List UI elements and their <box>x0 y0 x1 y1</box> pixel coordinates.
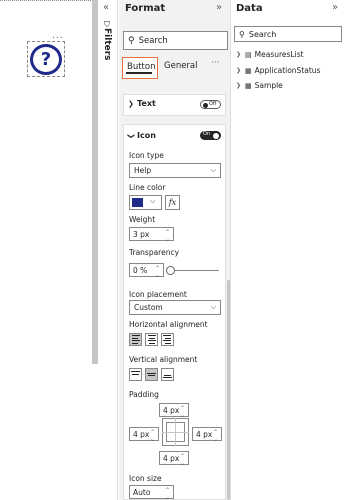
table-icon: ▦ <box>245 81 252 90</box>
line-color-label: Line color <box>129 183 166 192</box>
filters-label[interactable]: Filters <box>102 28 112 61</box>
table-icon: ▦ <box>245 66 252 75</box>
padding-label: Padding <box>129 390 159 399</box>
filters-pane-collapsed[interactable] <box>99 0 118 500</box>
stepper-icon[interactable]: ⌃ ⌄ <box>165 487 170 500</box>
vertical-alignment-label: Vertical alignment <box>129 355 198 364</box>
conditional-format-button[interactable]: fx <box>165 195 180 210</box>
text-card-label: Text <box>137 99 156 108</box>
measure-table-icon: ▤ <box>245 50 252 59</box>
icon-size-label: Icon size <box>129 474 162 483</box>
stepper-icon[interactable]: ⌃ ⌄ <box>150 429 155 443</box>
chevron-down-icon: ⌵ <box>150 197 156 205</box>
stepper-icon[interactable]: ⌃ ⌄ <box>165 229 170 243</box>
icon-placement-dropdown[interactable]: Custom ⌵ <box>129 300 221 315</box>
more-options-icon[interactable]: ··· <box>211 58 220 68</box>
data-pane <box>232 0 344 500</box>
stepper-icon[interactable]: ⌃ ⌄ <box>213 429 218 443</box>
transparency-slider-track[interactable] <box>173 270 219 271</box>
icon-type-label: Icon type <box>129 151 164 160</box>
data-search-placeholder: Search <box>248 29 277 39</box>
search-icon: ⚲ <box>239 29 245 39</box>
icon-placement-label: Icon placement <box>129 290 187 299</box>
icon-toggle[interactable]: On <box>200 131 221 140</box>
padding-left-input[interactable]: 4 px ⌃ ⌄ <box>129 427 159 443</box>
weight-label: Weight <box>129 215 156 224</box>
transparency-label: Transparency <box>129 248 180 257</box>
data-tree-item[interactable]: ❯ ▦ ApplicationStatus <box>236 66 320 75</box>
align-right-button[interactable] <box>161 333 174 346</box>
format-expand-icon[interactable]: » <box>216 2 222 13</box>
weight-input[interactable]: 3 px ⌃ ⌄ <box>129 227 174 243</box>
format-pane-scrollbar[interactable] <box>227 280 230 500</box>
canvas-border <box>0 0 93 1</box>
align-top-button[interactable] <box>129 368 142 381</box>
icon-size-input[interactable]: Auto ⌃ ⌄ <box>129 485 174 500</box>
text-toggle[interactable]: Off <box>200 100 221 109</box>
padding-bottom-input[interactable]: 4 px ⌃ ⌄ <box>159 451 189 467</box>
padding-right-input[interactable]: 4 px ⌃ ⌄ <box>192 427 222 443</box>
stepper-icon[interactable]: ⌃ ⌄ <box>155 265 160 279</box>
text-toggle-label: Off <box>209 101 217 107</box>
toggle-knob <box>203 102 208 108</box>
data-tree-item[interactable]: ❯ ▦ Sample <box>236 81 283 90</box>
help-icon[interactable]: ? <box>30 44 62 75</box>
icon-toggle-label: On <box>203 131 211 137</box>
format-pane-title: Format <box>125 3 166 14</box>
transparency-input[interactable]: 0 % ⌃ ⌄ <box>129 263 164 279</box>
padding-diagram-line <box>175 418 176 446</box>
chevron-right-icon[interactable]: ❯ <box>236 67 241 74</box>
stepper-icon[interactable]: ⌃ ⌄ <box>180 405 185 419</box>
format-search-input[interactable]: ⚲ Search <box>123 31 228 50</box>
canvas-scrollbar[interactable] <box>92 0 98 364</box>
tab-button[interactable]: Button <box>122 57 158 79</box>
icon-card-label: Icon <box>137 131 156 140</box>
padding-top-input[interactable]: 4 px ⌃ ⌄ <box>159 403 189 419</box>
align-bottom-button[interactable] <box>161 368 174 381</box>
chevron-right-icon[interactable]: ❯ <box>236 82 241 89</box>
align-left-button[interactable] <box>129 333 142 346</box>
stepper-icon[interactable]: ⌃ ⌄ <box>180 453 185 467</box>
icon-type-dropdown[interactable]: Help ⌵ <box>129 163 221 178</box>
search-icon: ⚲ <box>128 35 135 46</box>
data-expand-icon[interactable]: » <box>332 2 338 13</box>
chevron-right-icon[interactable]: ❯ <box>236 51 241 58</box>
chevron-down-icon[interactable]: ❯ <box>127 133 135 139</box>
align-center-button[interactable] <box>145 333 158 346</box>
chevron-down-icon: ⌵ <box>210 166 216 174</box>
data-pane-title: Data <box>236 3 263 14</box>
horizontal-alignment-label: Horizontal alignment <box>129 320 208 329</box>
align-middle-button[interactable] <box>145 368 158 381</box>
color-swatch <box>132 198 143 207</box>
data-tree-item[interactable]: ❯ ▤ MeasuresList <box>236 50 304 59</box>
tab-general[interactable]: General <box>164 61 198 71</box>
chevron-down-icon: ⌵ <box>210 303 216 311</box>
format-search-placeholder: Search <box>138 35 168 46</box>
help-glyph: ? <box>40 48 52 70</box>
tab-selected-indicator <box>126 72 152 74</box>
transparency-slider-thumb[interactable] <box>166 266 175 275</box>
toggle-knob <box>213 132 219 139</box>
collapse-panes-icon[interactable]: « <box>103 2 109 13</box>
visual-more-options[interactable]: ... <box>52 31 64 41</box>
chevron-right-icon[interactable]: ❯ <box>128 100 134 108</box>
data-search-input[interactable]: ⚲ Search <box>234 26 342 42</box>
